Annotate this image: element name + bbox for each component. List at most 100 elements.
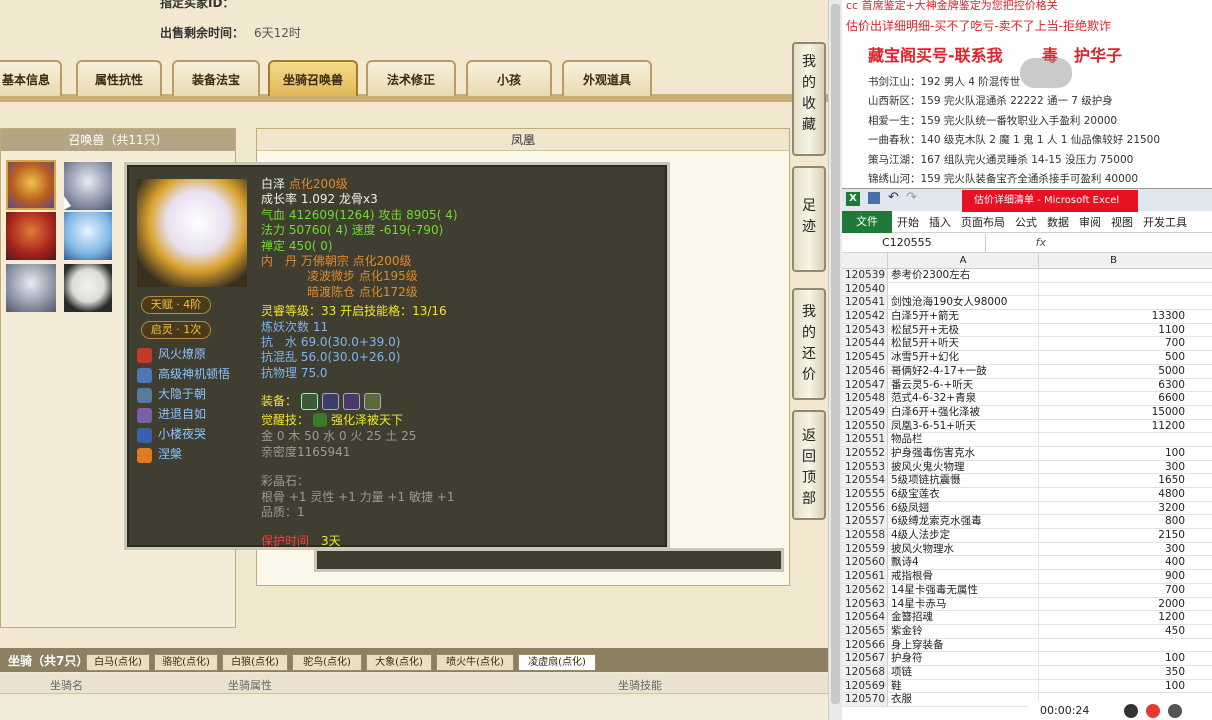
cell-b[interactable]: 100	[1038, 652, 1188, 665]
cell-a[interactable]: 鞋	[888, 680, 1038, 693]
sheet-row[interactable]: 120561 戒指根骨 900	[842, 570, 1212, 584]
mount-tab-1[interactable]: 白马(点化)	[86, 654, 150, 671]
cell-a[interactable]: 身上穿装备	[888, 639, 1038, 652]
sheet-row[interactable]: 120563 14星卡赤马 2000	[842, 597, 1212, 612]
tab-equipment[interactable]: 装备法宝	[172, 60, 260, 96]
cell-a[interactable]: 6级宝莲衣	[888, 488, 1038, 501]
cell-b[interactable]	[1038, 433, 1188, 446]
sheet-row[interactable]: 120564 金簪招魂 1200	[842, 611, 1212, 625]
sheet-row[interactable]: 120569 鞋 100	[842, 679, 1212, 694]
sheet-row[interactable]: 120554 5级项链抗震慑 1650	[842, 474, 1212, 488]
cell-b[interactable]: 11200	[1038, 419, 1188, 433]
back-to-top-button[interactable]: 返回顶部	[792, 410, 826, 520]
save-icon[interactable]	[868, 192, 880, 204]
cell-a[interactable]: 哥俩好2-4-17+一鼓	[888, 365, 1038, 378]
cell-a[interactable]: 6级凤翅	[888, 502, 1038, 515]
cell-a[interactable]: 金簪招魂	[888, 611, 1038, 624]
cell-b[interactable]: 100	[1038, 446, 1188, 460]
cell-b[interactable]: 2000	[1038, 597, 1188, 611]
summon-avatar-2[interactable]	[64, 162, 112, 210]
skill-item[interactable]: 大隐于朝	[137, 385, 257, 405]
cell-b[interactable]	[1038, 638, 1188, 652]
fx-icon[interactable]: fx	[986, 236, 1046, 249]
sheet-row[interactable]: 120556 6级凤翅 3200	[842, 501, 1212, 516]
sheet-row[interactable]: 120566 身上穿装备	[842, 638, 1212, 653]
cell-a[interactable]: 物品栏	[888, 433, 1038, 446]
cell-b[interactable]: 500	[1038, 351, 1188, 364]
cell-a[interactable]: 剑蚀沧海190女人98000	[888, 296, 1038, 309]
cell-b[interactable]: 1650	[1038, 474, 1188, 487]
equip-slot-icon[interactable]	[343, 392, 361, 410]
cell-b[interactable]: 700	[1038, 583, 1188, 597]
cell-b[interactable]: 350	[1038, 665, 1188, 679]
sheet-row[interactable]: 120568 项链 350	[842, 665, 1212, 680]
ribbon-tab[interactable]: 审阅	[1074, 214, 1106, 230]
sheet-row[interactable]: 120539 参考价2300左右	[842, 269, 1212, 283]
cell-a[interactable]	[888, 283, 1038, 296]
sheet-row[interactable]: 120547 番云灵5-6-+听天 6300	[842, 378, 1212, 393]
tab-spell-correction[interactable]: 法术修正	[366, 60, 456, 96]
cell-b[interactable]: 5000	[1038, 364, 1188, 378]
cell-a[interactable]: 紫金铃	[888, 625, 1038, 638]
summon-avatar-4[interactable]	[64, 212, 112, 260]
sheet-row[interactable]: 120565 紫金铃 450	[842, 624, 1212, 639]
cell-a[interactable]: 6级缚龙索克水强毒	[888, 515, 1038, 528]
cell-a[interactable]: 范式4-6-32+青泉	[888, 392, 1038, 405]
sheet-row[interactable]: 120543 松鼠5开+无极 1100	[842, 323, 1212, 338]
cell-a[interactable]: 14星卡强毒无属性	[888, 584, 1038, 597]
stop-icon[interactable]	[1146, 704, 1160, 718]
cell-b[interactable]: 15000	[1038, 405, 1188, 419]
cell-a[interactable]: 松鼠5开+无极	[888, 324, 1038, 337]
sheet-row[interactable]: 120545 冰雪5开+幻化 500	[842, 351, 1212, 365]
cell-a[interactable]: 衣服	[888, 693, 1038, 706]
cell-b[interactable]	[1038, 269, 1188, 282]
tab-child[interactable]: 小孩	[466, 60, 552, 96]
sheet-row[interactable]: 120549 白泽6开+强化泽被 15000	[842, 405, 1212, 420]
my-counter-offer-button[interactable]: 我的还价	[792, 288, 826, 400]
undo-icon[interactable]: ↶	[888, 190, 899, 205]
sheet-row[interactable]: 120560 飘诗4 400	[842, 556, 1212, 571]
cell-a[interactable]: 凤凰3-6-51+听天	[888, 420, 1038, 433]
cell-a[interactable]: 披风火物理水	[888, 543, 1038, 556]
my-favorites-button[interactable]: 我的收藏	[792, 42, 826, 156]
tab-mounts-summons[interactable]: 坐骑召唤兽	[268, 60, 358, 96]
tab-basic-info[interactable]: 基本信息	[0, 60, 62, 96]
sheet-row[interactable]: 120540	[842, 282, 1212, 297]
ribbon-tab[interactable]: 视图	[1106, 214, 1138, 230]
cell-a[interactable]: 项链	[888, 666, 1038, 679]
sheet-row[interactable]: 120567 护身符 100	[842, 652, 1212, 666]
cell-a[interactable]: 飘诗4	[888, 556, 1038, 569]
camera-icon[interactable]	[1168, 704, 1182, 718]
cell-a[interactable]: 参考价2300左右	[888, 269, 1038, 282]
cell-a[interactable]: 护身强毒伤害克水	[888, 447, 1038, 460]
cell-b[interactable]: 300	[1038, 460, 1188, 474]
footprint-button[interactable]: 足迹	[792, 166, 826, 272]
cell-b[interactable]: 1100	[1038, 323, 1188, 337]
scrollbar-thumb[interactable]	[831, 4, 840, 704]
mount-tab-2[interactable]: 骆驼(点化)	[154, 654, 218, 671]
sheet-row[interactable]: 120546 哥俩好2-4-17+一鼓 5000	[842, 364, 1212, 379]
skill-item[interactable]: 进退自如	[137, 405, 257, 425]
cell-a[interactable]: 披风火鬼火物理	[888, 461, 1038, 474]
skill-item[interactable]: 高级神机顿悟	[137, 365, 257, 385]
cell-b[interactable]: 300	[1038, 542, 1188, 556]
summon-avatar-3[interactable]	[6, 212, 56, 260]
mount-tab-4[interactable]: 驼鸟(点化)	[292, 654, 362, 671]
mount-tab-3[interactable]: 白狼(点化)	[222, 654, 288, 671]
cell-a[interactable]: 5级项链抗震慑	[888, 474, 1038, 487]
sheet-row[interactable]: 120552 护身强毒伤害克水 100	[842, 446, 1212, 461]
ribbon-tab[interactable]: 开发工具	[1138, 214, 1192, 230]
mount-tab-6[interactable]: 喷火牛(点化)	[436, 654, 514, 671]
skill-item[interactable]: 小楼夜哭	[137, 425, 257, 445]
cell-a[interactable]: 冰雪5开+幻化	[888, 351, 1038, 364]
cell-a[interactable]: 白泽5开+箭无	[888, 310, 1038, 323]
tab-appearance[interactable]: 外观道具	[562, 60, 652, 96]
cell-b[interactable]: 800	[1038, 515, 1188, 529]
cell-a[interactable]: 松鼠5开+听天	[888, 337, 1038, 350]
ribbon-tab[interactable]: 开始	[892, 214, 924, 230]
ribbon-tab[interactable]: 页面布局	[956, 214, 1010, 230]
mount-tab-7[interactable]: 凌虚扇(点化)	[518, 654, 596, 671]
cell-b[interactable]: 900	[1038, 570, 1188, 583]
cell-a[interactable]: 4级人法步定	[888, 529, 1038, 542]
skill-item[interactable]: 风火燎原	[137, 345, 257, 365]
